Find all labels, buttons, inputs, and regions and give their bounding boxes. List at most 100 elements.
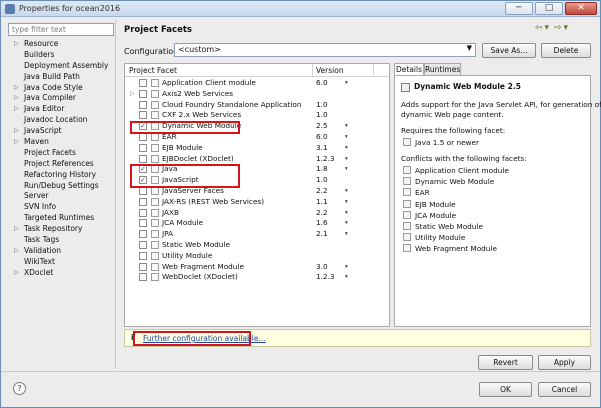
facet-checkbox[interactable]	[139, 100, 147, 109]
expand-arrow-icon[interactable]: ▷	[14, 83, 19, 94]
facet-checkbox[interactable]	[139, 251, 147, 260]
back-arrow-icon[interactable]: ⇦	[535, 23, 543, 33]
back-menu-icon[interactable]: ▾	[545, 23, 550, 33]
version-dropdown-icon[interactable]: ▾	[345, 164, 348, 174]
facet-row[interactable]: CXF 2.x Web Services 1.0	[125, 110, 389, 121]
facet-version[interactable]: 1.8	[316, 164, 328, 174]
expand-arrow-icon[interactable]: ▷	[14, 246, 19, 257]
nav-item[interactable]: ▷ Java Compiler	[8, 93, 114, 104]
column-header-facet[interactable]: Project Facet	[129, 66, 177, 75]
version-dropdown-icon[interactable]: ▾	[345, 143, 348, 153]
version-dropdown-icon[interactable]: ▾	[345, 121, 348, 131]
expand-arrow-icon[interactable]: ▷	[130, 89, 135, 99]
facet-checkbox[interactable]	[139, 273, 147, 282]
facet-checkbox[interactable]	[139, 262, 147, 271]
delete-button[interactable]: Delete	[541, 43, 591, 58]
version-dropdown-icon[interactable]: ▾	[345, 262, 348, 272]
facet-version[interactable]: 1.1	[316, 197, 328, 207]
facet-row[interactable]: JAXB 2.2 ▾	[125, 208, 389, 219]
facet-checkbox[interactable]	[139, 208, 147, 217]
facet-version[interactable]: 6.0	[316, 132, 328, 142]
version-dropdown-icon[interactable]: ▾	[345, 229, 348, 239]
facet-row[interactable]: EJB Module 3.1 ▾	[125, 143, 389, 154]
nav-item[interactable]: ▷ Resource	[8, 39, 114, 50]
minimize-button[interactable]: ─	[505, 2, 533, 15]
expand-arrow-icon[interactable]: ▷	[14, 137, 19, 148]
tab-details[interactable]: Details	[394, 63, 424, 75]
nav-item[interactable]: ▷ XDoclet	[8, 268, 114, 279]
expand-arrow-icon[interactable]: ▷	[14, 224, 19, 235]
facet-row[interactable]: Utility Module	[125, 251, 389, 262]
facet-checkbox[interactable]	[139, 111, 147, 120]
close-button[interactable]: ✕	[565, 2, 597, 15]
facet-row[interactable]: JCA Module 1.6 ▾	[125, 218, 389, 229]
nav-item[interactable]: Builders	[8, 50, 114, 61]
forward-arrow-icon[interactable]: ⇨	[554, 23, 562, 33]
revert-button[interactable]: Revert	[478, 355, 533, 370]
nav-item[interactable]: ▷ Task Repository	[8, 224, 114, 235]
nav-item[interactable]: Refactoring History	[8, 170, 114, 181]
nav-item[interactable]: Deployment Assembly	[8, 61, 114, 72]
facet-checkbox[interactable]	[139, 186, 147, 195]
tab-runtimes[interactable]: Runtimes	[424, 63, 461, 75]
nav-item[interactable]: ▷ Java Editor	[8, 104, 114, 115]
facet-version[interactable]: 1.0	[316, 175, 328, 185]
facet-row[interactable]: Web Fragment Module 3.0 ▾	[125, 262, 389, 273]
facet-version[interactable]: 2.2	[316, 208, 328, 218]
filter-input[interactable]: type filter text	[8, 23, 114, 36]
facet-checkbox[interactable]	[139, 197, 147, 206]
facet-checkbox[interactable]	[139, 230, 147, 239]
facet-row[interactable]: EJBDoclet (XDoclet) 1.2.3 ▾	[125, 154, 389, 165]
facet-checkbox[interactable]	[139, 143, 147, 152]
configuration-select[interactable]: <custom> ▼	[174, 43, 476, 57]
forward-menu-icon[interactable]: ▾	[564, 23, 569, 33]
facet-checkbox[interactable]	[139, 132, 147, 141]
facet-version[interactable]: 2.2	[316, 186, 328, 196]
version-dropdown-icon[interactable]: ▾	[345, 218, 348, 228]
facet-version[interactable]: 3.0	[316, 262, 328, 272]
facet-checkbox[interactable]	[139, 89, 147, 98]
facet-row[interactable]: JAX-RS (REST Web Services) 1.1 ▾	[125, 197, 389, 208]
version-dropdown-icon[interactable]: ▾	[345, 272, 348, 282]
facet-version[interactable]: 1.2.3	[316, 272, 335, 282]
help-icon[interactable]: ?	[13, 382, 26, 395]
facet-checkbox[interactable]	[139, 240, 147, 249]
nav-item[interactable]: Targeted Runtimes	[8, 213, 114, 224]
maximize-button[interactable]: □	[535, 2, 563, 15]
facet-row[interactable]: Application Client module 6.0 ▾	[125, 78, 389, 89]
facet-row[interactable]: Static Web Module	[125, 240, 389, 251]
nav-item[interactable]: Project References	[8, 159, 114, 170]
facet-row[interactable]: ▷ Axis2 Web Services	[125, 89, 389, 100]
nav-item[interactable]: Server	[8, 191, 114, 202]
nav-item[interactable]: ▷ Maven	[8, 137, 114, 148]
expand-arrow-icon[interactable]: ▷	[14, 39, 19, 50]
facet-row[interactable]: JPA 2.1 ▾	[125, 229, 389, 240]
nav-item[interactable]: Project Facets	[8, 148, 114, 159]
facet-version[interactable]: 1.0	[316, 100, 328, 110]
facet-version[interactable]: 1.0	[316, 110, 328, 120]
facet-row[interactable]: Cloud Foundry Standalone Application 1.0	[125, 100, 389, 111]
nav-item[interactable]: ▷ JavaScript	[8, 126, 114, 137]
nav-item[interactable]: ▷ Validation	[8, 246, 114, 257]
version-dropdown-icon[interactable]: ▾	[345, 197, 348, 207]
facet-version[interactable]: 2.5	[316, 121, 328, 131]
cancel-button[interactable]: Cancel	[538, 382, 591, 397]
facet-version[interactable]: 6.0	[316, 78, 328, 88]
facet-checkbox[interactable]	[139, 79, 147, 87]
expand-arrow-icon[interactable]: ▷	[14, 104, 19, 115]
nav-item[interactable]: Run/Debug Settings	[8, 181, 114, 192]
expand-arrow-icon[interactable]: ▷	[14, 93, 19, 104]
nav-item[interactable]: ▷ Java Code Style	[8, 83, 114, 94]
facet-row[interactable]: WebDoclet (XDoclet) 1.2.3 ▾	[125, 272, 389, 283]
nav-item[interactable]: Task Tags	[8, 235, 114, 246]
column-header-version[interactable]: Version	[316, 66, 344, 75]
version-dropdown-icon[interactable]: ▾	[345, 208, 348, 218]
ok-button[interactable]: OK	[479, 382, 532, 397]
version-dropdown-icon[interactable]: ▾	[345, 186, 348, 196]
save-as-button[interactable]: Save As...	[482, 43, 536, 58]
version-dropdown-icon[interactable]: ▾	[345, 154, 348, 164]
facet-checkbox[interactable]	[139, 154, 147, 163]
nav-item[interactable]: WikiText	[8, 257, 114, 268]
facet-checkbox[interactable]	[139, 219, 147, 228]
version-dropdown-icon[interactable]: ▾	[345, 132, 348, 142]
